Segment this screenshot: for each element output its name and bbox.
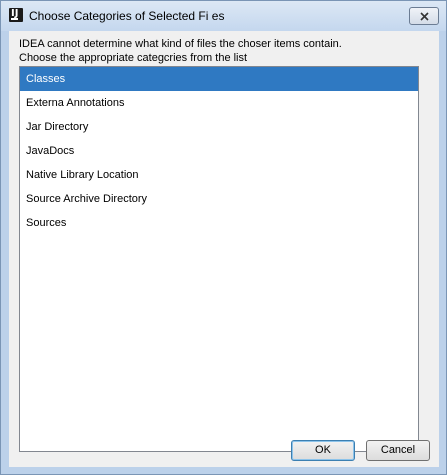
- category-list[interactable]: Classes Externa Annotations Jar Director…: [19, 66, 419, 452]
- cancel-button[interactable]: Cancel: [366, 440, 430, 461]
- list-item-native-library-location[interactable]: Native Library Location: [20, 163, 418, 187]
- message-line-2: Choose the appropriate categcries from t…: [19, 52, 248, 64]
- ok-button[interactable]: OK: [291, 440, 355, 461]
- dialog-window: IJ Choose Categories of Selected Fi es I…: [0, 0, 447, 475]
- list-item-classes[interactable]: Classes: [20, 67, 418, 91]
- list-item-javadocs[interactable]: JavaDocs: [20, 139, 418, 163]
- list-item-source-archive-directory[interactable]: Source Archive Directory: [20, 187, 418, 211]
- message-line-1: IDEA cannot determine what kind of files…: [19, 38, 342, 50]
- message-text: IDEA cannot determine what kind of files…: [19, 37, 431, 65]
- list-item-sources[interactable]: Sources: [20, 211, 418, 235]
- close-icon: [420, 12, 429, 21]
- window-title: Choose Categories of Selected Fi es: [29, 9, 225, 23]
- list-item-external-annotations[interactable]: Externa Annotations: [20, 91, 418, 115]
- title-bar[interactable]: IJ Choose Categories of Selected Fi es: [1, 1, 446, 31]
- close-button[interactable]: [409, 7, 439, 25]
- intellij-app-icon: IJ: [9, 8, 23, 22]
- list-item-jar-directory[interactable]: Jar Directory: [20, 115, 418, 139]
- dialog-content: IDEA cannot determine what kind of files…: [9, 31, 439, 467]
